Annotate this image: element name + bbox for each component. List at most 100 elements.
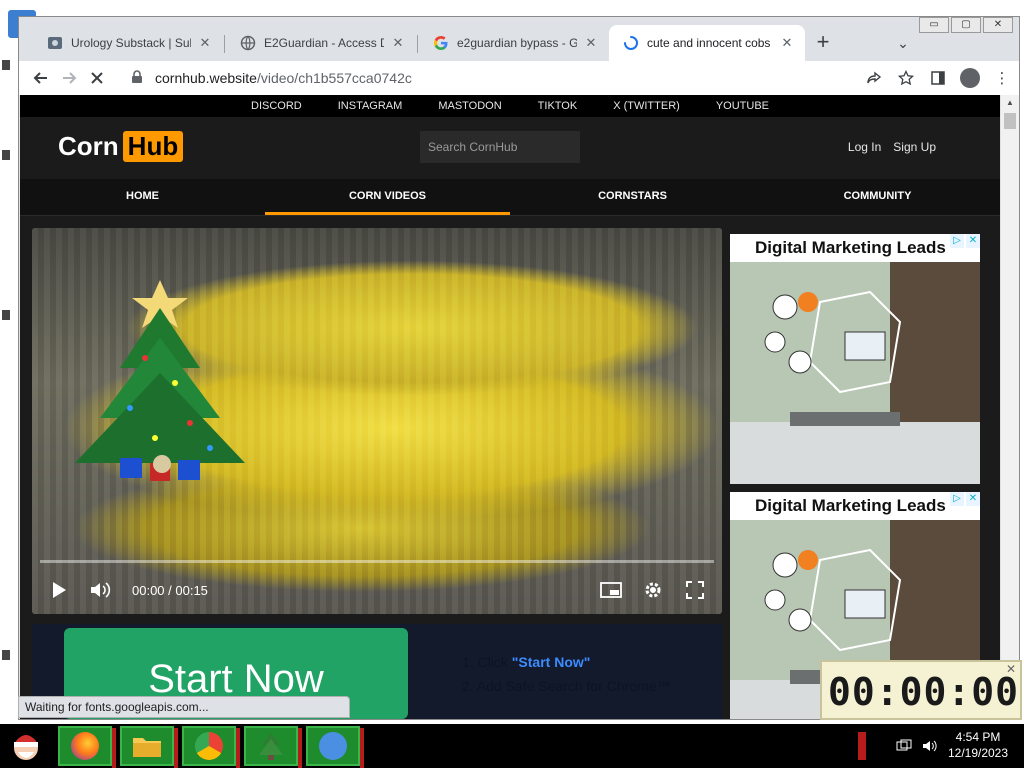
lock-icon[interactable]	[131, 69, 145, 87]
video-progress-bar[interactable]	[40, 560, 714, 563]
gear-icon	[645, 582, 661, 598]
taskbar-chrome[interactable]	[182, 726, 240, 768]
video-controls: 00:00 / 00:15	[32, 570, 722, 610]
adchoices-icon: ▷	[950, 492, 964, 506]
social-link-discord[interactable]: DISCORD	[233, 95, 320, 117]
maximize-button[interactable]: ▢	[951, 17, 981, 33]
globe-icon	[240, 35, 256, 51]
scroll-up-arrow-icon[interactable]: ▲	[1001, 95, 1019, 111]
ad-choices[interactable]: ▷ ✕	[950, 492, 980, 506]
promo-step-2: 2. Add Safe Search for Chrome™	[462, 678, 671, 694]
logo-text-hub: Hub	[122, 131, 184, 162]
back-button[interactable]	[27, 64, 55, 92]
promo-step-1: 1. Click "Start Now"	[462, 654, 591, 670]
start-button[interactable]	[6, 728, 46, 764]
tab-title: cute and innocent cobs	[647, 36, 771, 50]
forward-button[interactable]	[55, 64, 83, 92]
countdown-timer-widget[interactable]: 00:00:00 ✕	[820, 660, 1022, 720]
fullscreen-icon	[686, 581, 704, 599]
tab-close-icon[interactable]: ✕	[197, 35, 213, 51]
tab-urology-substack[interactable]: Urology Substack | Subs ✕	[33, 25, 223, 61]
taskbar-christmas-tree[interactable]	[244, 726, 302, 768]
nav-community[interactable]: COMMUNITY	[755, 179, 1000, 215]
video-time: 00:00 / 00:15	[132, 582, 208, 598]
tab-separator	[224, 35, 225, 53]
url-path: /video/ch1b557cca0742c	[256, 70, 412, 86]
tab-search-button[interactable]: ⌄	[891, 31, 915, 55]
nav-cornstars[interactable]: CORNSTARS	[510, 179, 755, 215]
play-button[interactable]	[46, 577, 72, 603]
stop-loading-button[interactable]	[83, 64, 111, 92]
tab-close-icon[interactable]: ✕	[583, 35, 599, 51]
system-tray	[896, 724, 938, 768]
login-link[interactable]: Log In	[848, 140, 881, 154]
network-icon[interactable]	[896, 739, 912, 753]
window-controls: ▭ ▢ ✕	[919, 17, 1013, 33]
social-link-tiktok[interactable]: TIKTOK	[520, 95, 596, 117]
close-icon: ✕	[966, 234, 980, 248]
menu-kebab-icon[interactable]: ⋮	[989, 65, 1015, 91]
ad-title: Digital Marketing Leads	[730, 234, 980, 262]
chrome-icon	[195, 732, 223, 760]
ad-banner-1[interactable]: Digital Marketing Leads ▷ ✕	[730, 234, 980, 484]
address-bar[interactable]: cornhub.website/video/ch1b557cca0742c	[131, 65, 831, 91]
taskbar: 4:54 PM 12/19/2023	[0, 724, 1024, 768]
browser-window: Urology Substack | Subs ✕ E2Guardian - A…	[18, 16, 1020, 720]
close-icon	[91, 72, 103, 84]
video-player[interactable]: 00:00 / 00:15	[32, 228, 722, 614]
settings-button[interactable]	[640, 577, 666, 603]
ad-choices[interactable]: ▷ ✕	[950, 234, 980, 248]
adchoices-icon: ▷	[950, 234, 964, 248]
volume-button[interactable]	[88, 577, 114, 603]
page-content: 00:00 / 00:15 Start Now 1. Click "Start …	[20, 216, 1000, 719]
tab-title: Urology Substack | Subs	[71, 36, 191, 50]
arrow-right-icon	[63, 72, 77, 84]
side-panel-icon[interactable]	[925, 65, 951, 91]
site-logo[interactable]: Corn Hub	[58, 131, 184, 162]
tab-close-icon[interactable]: ✕	[390, 35, 406, 51]
social-link-twitter[interactable]: X (TWITTER)	[595, 95, 698, 117]
auth-links: Log In Sign Up	[848, 140, 936, 154]
picture-in-picture-button[interactable]	[598, 577, 624, 603]
signup-link[interactable]: Sign Up	[893, 140, 936, 154]
logo-text-corn: Corn	[58, 131, 119, 161]
volume-icon[interactable]	[922, 739, 938, 753]
firefox-icon	[71, 732, 99, 760]
tab-e2guardian[interactable]: E2Guardian - Access Der ✕	[226, 25, 416, 61]
new-tab-button[interactable]: +	[811, 31, 835, 55]
search-input[interactable]: Search CornHub	[420, 131, 580, 163]
tab-separator	[417, 35, 418, 53]
play-icon	[53, 582, 66, 598]
tab-title: E2Guardian - Access Der	[264, 36, 384, 50]
toolbar-actions: ⋮	[861, 65, 1015, 91]
ad-title: Digital Marketing Leads	[730, 492, 980, 520]
tab-google-search[interactable]: e2guardian bypass - Go ✕	[419, 25, 609, 61]
social-link-instagram[interactable]: INSTAGRAM	[320, 95, 421, 117]
folder-icon	[133, 738, 161, 757]
social-link-mastodon[interactable]: MASTODON	[420, 95, 519, 117]
profile-avatar-icon[interactable]	[957, 65, 983, 91]
taskbar-clock[interactable]: 4:54 PM 12/19/2023	[946, 729, 1010, 761]
google-icon	[433, 35, 449, 51]
social-link-youtube[interactable]: YOUTUBE	[698, 95, 787, 117]
taskbar-messenger[interactable]	[306, 726, 364, 768]
timer-close-icon[interactable]: ✕	[1006, 662, 1016, 676]
taskbar-firefox[interactable]	[58, 726, 116, 768]
ad-image	[730, 262, 980, 484]
tab-close-icon[interactable]: ✕	[779, 35, 795, 51]
desktop-fragment	[2, 650, 10, 660]
bookmark-star-icon[interactable]	[893, 65, 919, 91]
nav-corn-videos[interactable]: CORN VIDEOS	[265, 179, 510, 215]
nav-home[interactable]: HOME	[20, 179, 265, 215]
christmas-tree-icon	[259, 733, 283, 760]
close-window-button[interactable]: ✕	[983, 17, 1013, 33]
tray-divider	[858, 732, 866, 760]
minimize-button[interactable]: ▭	[919, 17, 949, 33]
share-icon[interactable]	[861, 65, 887, 91]
taskbar-file-explorer[interactable]	[120, 726, 178, 768]
page-scrollbar[interactable]: ▲	[1001, 95, 1019, 719]
scrollbar-thumb[interactable]	[1004, 113, 1016, 129]
pip-icon	[600, 582, 622, 598]
tab-active-cobs[interactable]: cute and innocent cobs ✕	[609, 25, 805, 61]
fullscreen-button[interactable]	[682, 577, 708, 603]
